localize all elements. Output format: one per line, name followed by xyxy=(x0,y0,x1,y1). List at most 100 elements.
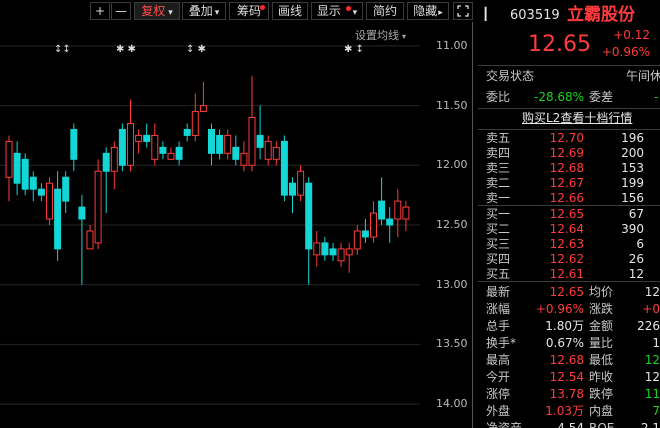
ask-level-volume: 153 xyxy=(621,161,644,175)
candle-body[interactable] xyxy=(46,182,53,220)
huaxian-button[interactable]: 画线 xyxy=(272,2,308,20)
candle-body[interactable] xyxy=(272,146,280,160)
candle-body[interactable] xyxy=(280,140,288,196)
bid-level-label: 买一 xyxy=(486,207,511,221)
bid-level-volume: 67 xyxy=(628,207,644,221)
quote-panel: ┃ 603519 立霸股份 12.65 +0.12 +0.96% 交易状态 午间… xyxy=(478,0,660,428)
candle-body[interactable] xyxy=(118,128,126,166)
chouma-button[interactable]: 筹码 xyxy=(229,2,269,20)
candle-body[interactable] xyxy=(94,170,102,244)
ask-level-volume: 200 xyxy=(621,146,644,160)
kline-chart[interactable]: 设置均线 ▾ ↕↕ ✱ ✱ ↕ ✱ ✱ ↕ 14.00 13.50 13.00 12.5… xyxy=(0,22,476,428)
candle-body[interactable] xyxy=(13,152,21,184)
candle-body[interactable] xyxy=(21,158,29,190)
bid-level-price: 12.65 xyxy=(549,207,584,221)
candle-body[interactable] xyxy=(345,248,353,256)
candle-body[interactable] xyxy=(297,170,305,196)
weibi-value: -28.68% xyxy=(534,90,585,104)
stat-value: +0.96% xyxy=(535,302,584,316)
candle-body[interactable] xyxy=(305,182,313,250)
candle-body[interactable] xyxy=(37,188,45,196)
stock-code: 603519 xyxy=(510,8,560,23)
stat-value: 12.65 xyxy=(549,285,584,299)
stat-label: ROE xyxy=(589,421,615,428)
candle-body[interactable] xyxy=(313,242,321,256)
diejia-label: 叠加 xyxy=(188,4,213,18)
candle-body[interactable] xyxy=(151,134,159,160)
candle-body[interactable] xyxy=(353,230,361,250)
y-tick-label: 13.50 xyxy=(436,337,468,351)
event-marker[interactable]: ↕↕ xyxy=(54,44,71,55)
stat-value: 11 xyxy=(644,387,660,401)
candle-body[interactable] xyxy=(289,182,296,196)
candle-body[interactable] xyxy=(248,117,256,166)
divider xyxy=(478,129,660,130)
event-marker[interactable]: ↕ ✱ xyxy=(186,44,206,55)
diejia-dropdown[interactable]: 叠加 ▾ xyxy=(182,2,226,20)
event-marker[interactable]: ✱ ↕ xyxy=(344,44,364,55)
price-change-pct: +0.96% xyxy=(601,45,650,59)
stat-label: 总手 xyxy=(486,319,511,333)
candle-body[interactable] xyxy=(110,146,118,172)
candle-body[interactable] xyxy=(175,146,183,160)
candle-body[interactable] xyxy=(143,134,151,142)
candle-body[interactable] xyxy=(386,218,394,226)
candle-body[interactable] xyxy=(54,188,62,250)
stat-value: 0.67% xyxy=(545,336,584,350)
ask-level-label: 卖二 xyxy=(486,176,511,190)
candle-body[interactable] xyxy=(232,146,240,160)
candle-body[interactable] xyxy=(135,134,143,142)
candle-body[interactable] xyxy=(62,176,70,202)
zoom-out-button[interactable]: — xyxy=(111,2,131,20)
ma-setting-button[interactable]: 设置均线 ▾ xyxy=(355,27,406,43)
ask-level-price: 12.70 xyxy=(549,131,584,145)
stat-value: 1 xyxy=(652,336,660,350)
stat-label: 金额 xyxy=(589,319,614,333)
candle-body[interactable] xyxy=(102,152,110,172)
candle-body[interactable] xyxy=(370,212,377,238)
candle-body[interactable] xyxy=(264,140,272,160)
ask-level-volume: 156 xyxy=(621,191,644,205)
bid-level-price: 12.64 xyxy=(549,222,584,236)
candle-body[interactable] xyxy=(224,134,232,154)
chouma-label: 筹码 xyxy=(236,4,261,18)
stat-value: 12 xyxy=(644,370,660,384)
candle-body[interactable] xyxy=(183,128,191,136)
candle-body[interactable] xyxy=(216,134,224,154)
stat-value: 1.80万 xyxy=(545,319,584,333)
candle-body[interactable] xyxy=(70,128,78,160)
stat-label: 今开 xyxy=(486,370,511,384)
candle-body[interactable] xyxy=(394,200,402,220)
candle-body[interactable] xyxy=(361,230,369,238)
ask-level-price: 12.67 xyxy=(549,176,584,190)
candle-body[interactable] xyxy=(29,176,37,190)
candle-body[interactable] xyxy=(378,200,386,220)
stock-name[interactable]: 立霸股份 xyxy=(567,4,635,26)
candle-body[interactable] xyxy=(127,123,134,166)
candle-body[interactable] xyxy=(240,152,248,166)
fuquan-dropdown[interactable]: 复权 ▾ xyxy=(134,2,180,20)
jianyue-button[interactable]: 简约 xyxy=(366,2,404,20)
y-tick-label: 11.50 xyxy=(436,98,468,112)
fullscreen-icon[interactable] xyxy=(453,2,473,20)
event-marker[interactable]: ✱ ✱ xyxy=(116,44,136,55)
candle-body[interactable] xyxy=(329,248,337,256)
candle-body[interactable] xyxy=(78,206,86,220)
candle-body[interactable] xyxy=(256,134,264,148)
candle-body[interactable] xyxy=(208,128,215,154)
candle-body[interactable] xyxy=(191,111,199,136)
buy-l2-link[interactable]: 购买L2查看十档行情 xyxy=(522,110,632,127)
yincang-button[interactable]: 隐藏▸ xyxy=(407,2,449,20)
bid-level-label: 买五 xyxy=(486,267,511,281)
candle-body[interactable] xyxy=(86,230,94,250)
candle-body[interactable] xyxy=(159,146,167,154)
zoom-in-button[interactable]: + xyxy=(90,2,110,20)
candle-body[interactable] xyxy=(5,140,13,178)
panel-arrow-icon[interactable]: ┃ xyxy=(482,6,489,23)
candle-body[interactable] xyxy=(337,248,345,262)
candle-body[interactable] xyxy=(167,152,175,160)
xianshi-dropdown[interactable]: 显示 ▾ xyxy=(311,2,363,20)
candle-body[interactable] xyxy=(402,206,410,220)
candle-body[interactable] xyxy=(199,105,207,113)
candle-body[interactable] xyxy=(321,242,329,256)
